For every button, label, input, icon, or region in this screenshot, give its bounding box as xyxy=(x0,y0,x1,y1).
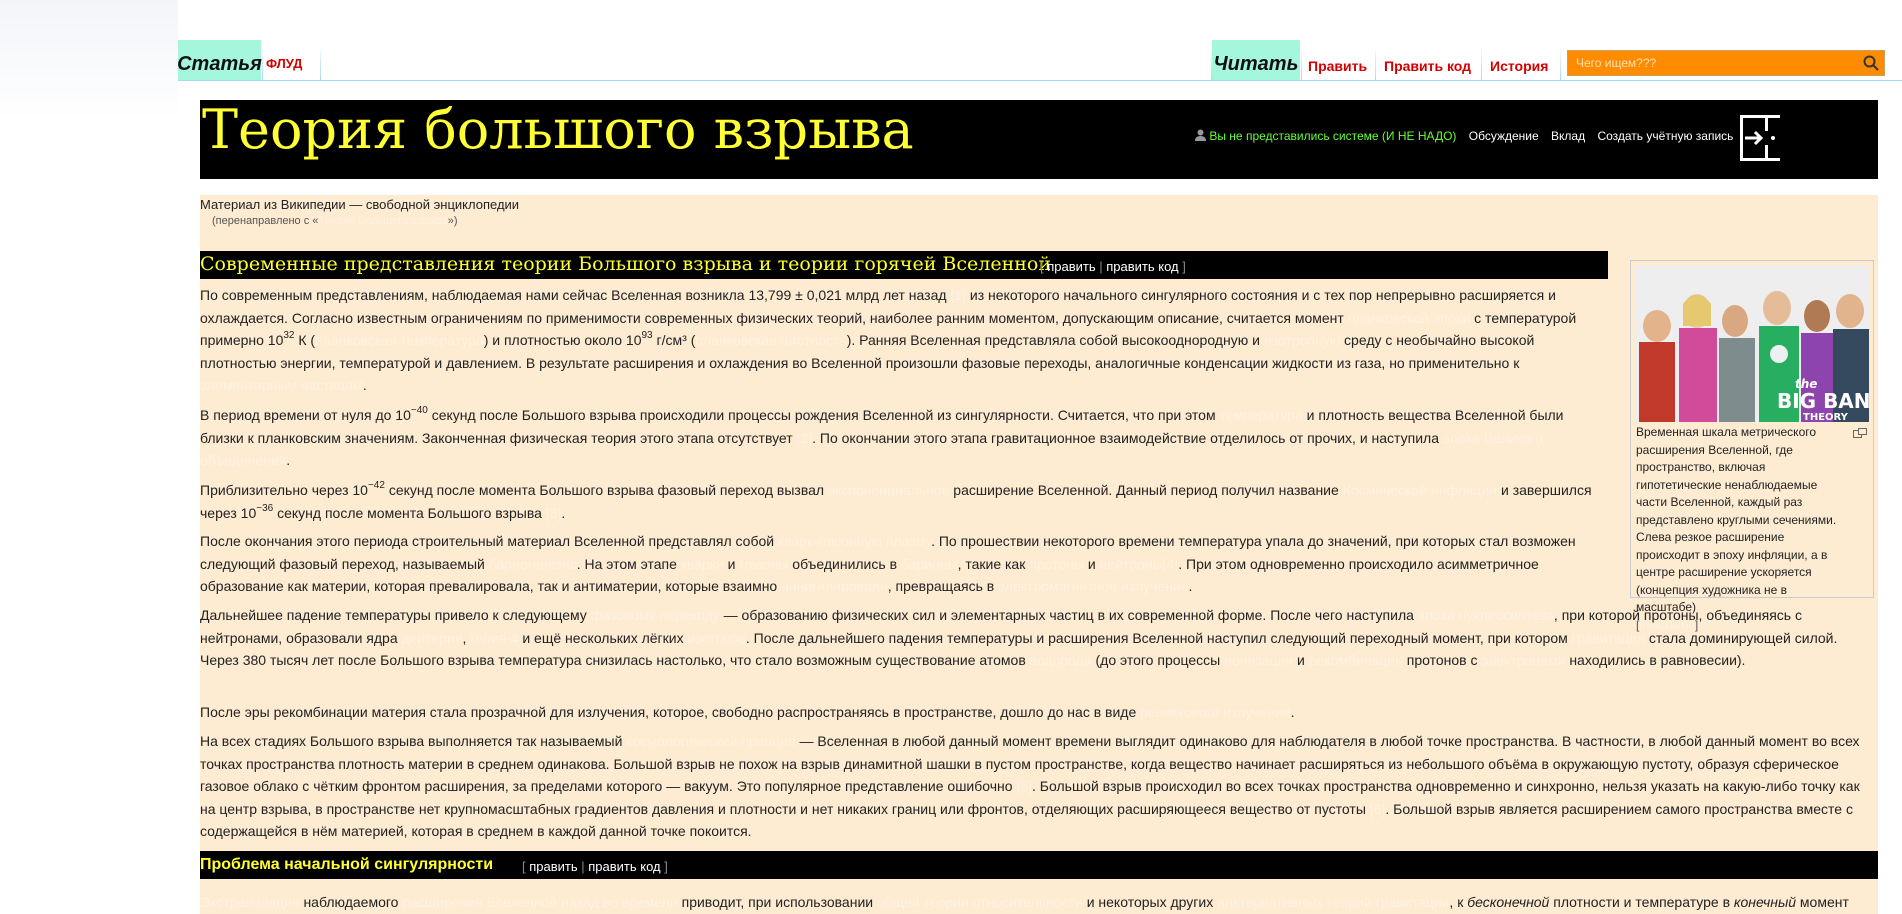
section-title: Проблема начальной сингулярности xyxy=(200,856,494,873)
tab-read[interactable]: Читать xyxy=(1212,40,1300,80)
tab-flood[interactable]: ФЛУД xyxy=(266,56,302,71)
paragraph: В период времени от нуля до 10−40 секунд… xyxy=(200,405,1564,468)
cast-photo: the BIG BANG THEORY xyxy=(1635,266,1869,422)
contributions-link[interactable]: Вклад xyxy=(1551,129,1585,143)
paragraph: На всех стадиях Большого взрыва выполняе… xyxy=(200,733,1860,839)
search-box xyxy=(1567,50,1885,76)
page-title: Теория большого взрыва xyxy=(202,98,914,161)
search-input[interactable] xyxy=(1568,51,1864,75)
paragraph: После окончания этого периода строительн… xyxy=(200,533,1576,594)
redirect-prefix: (перенаправлено с « xyxy=(212,215,319,227)
redirect-suffix: ») xyxy=(447,215,458,227)
tab-article[interactable]: Статья xyxy=(177,40,262,80)
tab-edit[interactable]: Править xyxy=(1308,58,1367,74)
tab-divider xyxy=(262,46,263,80)
section-title: Современные представления теории Большог… xyxy=(200,253,1052,275)
paragraph: Дальнейшее падение температуры привело к… xyxy=(200,607,1838,668)
redirect-link[interactable]: Теория Большого взрыва xyxy=(318,215,447,227)
anon-notice: Вы не представились системе (И НЕ НАДО) xyxy=(1209,129,1457,143)
paragraph: Экстраполяция наблюдаемого расширения Вс… xyxy=(200,894,1849,910)
site-subtitle: Материал из Википедии — свободной энцикл… xyxy=(200,197,520,212)
create-account-link[interactable]: Создать учётную запись xyxy=(1597,129,1733,143)
tab-divider xyxy=(1481,46,1482,80)
paragraph: Приблизительно через 10−42 секунд после … xyxy=(200,480,1592,521)
tab-divider xyxy=(1301,46,1302,80)
section-heading: Современные представления теории Большог… xyxy=(200,251,1608,279)
tab-divider xyxy=(320,46,321,80)
exit-door-icon[interactable] xyxy=(1735,112,1787,164)
page-header: Теория большого взрыва Вы не представили… xyxy=(200,98,1878,179)
paragraph: После эры рекомбинации материя стала про… xyxy=(200,704,1295,720)
figure-caption-text: Временная шкала метрического расширения … xyxy=(1636,425,1837,614)
svg-text:THEORY: THEORY xyxy=(1803,412,1849,422)
tab-read-label: Читать xyxy=(1213,53,1299,75)
talk-link[interactable]: Обсуждение xyxy=(1469,129,1539,143)
figure-image[interactable]: the BIG BANG THEORY xyxy=(1635,266,1869,422)
section-edit-links: [ править | править код ] xyxy=(1040,259,1186,274)
tab-history[interactable]: История xyxy=(1490,58,1548,74)
svg-text:BIG BANG: BIG BANG xyxy=(1777,389,1869,413)
tab-article-label: Статья xyxy=(177,53,262,75)
section-edit-code-link[interactable]: править код xyxy=(588,859,660,874)
enlarge-icon[interactable] xyxy=(1853,428,1867,438)
paragraph: По современным представлениям, наблюдаем… xyxy=(200,287,1577,393)
figure: the BIG BANG THEORY Временная шкала метр… xyxy=(1630,260,1874,632)
redirect-notice: (перенаправлено с «Теория Большого взрыв… xyxy=(212,215,458,227)
user-icon xyxy=(1195,129,1206,141)
section-edit-links: [ править | править код ] xyxy=(522,859,668,874)
tab-edit-code[interactable]: Править код xyxy=(1384,58,1471,74)
tab-divider xyxy=(1560,46,1561,80)
section-edit-code-link[interactable]: править код xyxy=(1106,259,1178,274)
magnifier-icon[interactable] xyxy=(1862,54,1880,72)
article-body: Материал из Википедии — свободной энцикл… xyxy=(200,195,1878,914)
section-edit-link[interactable]: править xyxy=(529,859,577,874)
figure-caption: Временная шкала метрического расширения … xyxy=(1636,425,1837,632)
section-heading: Проблема начальной сингулярности [ прави… xyxy=(200,851,1878,879)
tab-divider xyxy=(1375,46,1376,80)
page-background xyxy=(0,0,178,914)
personal-tools: Вы не представились системе (И НЕ НАДО) … xyxy=(1195,129,1733,143)
section-edit-link[interactable]: править xyxy=(1047,259,1095,274)
figure-caption-link[interactable]: [показать] xyxy=(1639,618,1695,632)
